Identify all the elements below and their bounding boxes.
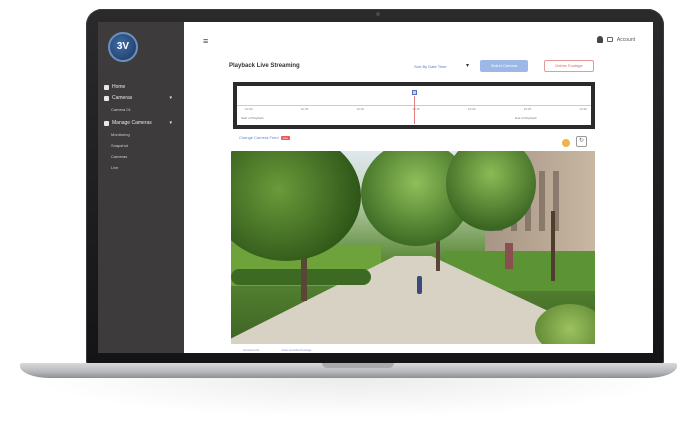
timeline-tick: 10:25 — [523, 107, 532, 111]
brightness-icon[interactable] — [562, 139, 570, 147]
sidebar: 3V Home Cameras ▾ Camera 01 Manage Camer… — [98, 22, 184, 353]
sidebar-item-label: Live — [111, 165, 119, 170]
timeline-start-label: Start of Playback — [241, 116, 264, 120]
timeline-end-label: End of Playback — [515, 116, 537, 120]
video-pedestrian — [417, 276, 422, 294]
view-footage-link[interactable]: View recorded footage — [281, 348, 311, 352]
sidebar-item-label: Monitoring — [111, 132, 130, 137]
timeline-tick: 10:15 — [412, 107, 420, 111]
webcam-icon — [376, 12, 380, 16]
laptop-shadow — [30, 378, 670, 418]
gear-icon — [104, 121, 109, 126]
laptop-notch — [322, 363, 394, 368]
home-icon — [104, 85, 109, 90]
timeline-tick: 10:00 — [245, 107, 253, 111]
chevron-down-icon: ▾ — [169, 95, 172, 101]
timeline-ticks: 10:00 10:05 10:10 10:15 10:20 10:25 10:3… — [245, 107, 587, 111]
sidebar-nav: Home Cameras ▾ Camera 01 Manage Cameras … — [102, 82, 182, 173]
sidebar-item-label: Camera 01 — [111, 107, 131, 112]
camera-icon — [104, 96, 109, 101]
laptop-screen: 3V Home Cameras ▾ Camera 01 Manage Camer… — [98, 22, 653, 353]
sidebar-item-label: Cameras — [112, 95, 133, 101]
chevron-down-icon[interactable]: ▾ — [466, 62, 469, 69]
sidebar-item-label: Snapshot — [111, 143, 128, 148]
sidebar-item-manage-cameras[interactable]: Manage Cameras ▾ — [102, 118, 182, 129]
camera-info-link[interactable]: Camera info — [243, 348, 259, 352]
sort-dropdown[interactable]: Sort By Date Time — [414, 64, 446, 69]
timeline-tick: 10:30 — [579, 107, 587, 111]
playback-timeline[interactable]: 10:00 10:05 10:10 10:15 10:20 10:25 10:3… — [233, 82, 595, 129]
sidebar-subitem-monitoring[interactable]: Monitoring — [102, 129, 182, 140]
video-tree — [231, 151, 361, 261]
notification-icon[interactable] — [606, 37, 613, 42]
sidebar-subitem-live[interactable]: Live — [102, 162, 182, 173]
page-title: Playback Live Streaming — [229, 63, 300, 69]
sidebar-item-label: Cameras — [111, 154, 128, 159]
video-tree-trunk — [551, 211, 555, 281]
sidebar-subitem-cameras[interactable]: Cameras — [102, 151, 182, 162]
change-camera-label: Change Camera Feed — [239, 135, 279, 140]
timeline-tick: 10:10 — [356, 107, 364, 111]
sidebar-subitem-camera-01[interactable]: Camera 01 — [102, 104, 182, 115]
sidebar-item-label: Manage Cameras — [112, 120, 152, 126]
video-sign — [505, 243, 513, 269]
user-icon[interactable] — [596, 36, 603, 43]
playhead-handle[interactable] — [412, 90, 417, 95]
select-camera-button[interactable]: Select Camera — [480, 60, 528, 72]
live-badge: Live — [280, 135, 291, 140]
sidebar-item-cameras[interactable]: Cameras ▾ — [102, 93, 182, 104]
video-feed[interactable] — [231, 151, 595, 344]
sidebar-item-home[interactable]: Home — [102, 82, 182, 93]
refresh-icon[interactable]: ↻ — [576, 136, 587, 147]
account-label[interactable]: Account — [617, 37, 635, 43]
delete-footage-button[interactable]: Delete Footage — [544, 60, 594, 72]
menu-icon[interactable]: ≡ — [203, 36, 208, 46]
brand-logo[interactable]: 3V — [108, 32, 138, 62]
chevron-down-icon: ▾ — [169, 120, 172, 126]
timeline-tick: 10:20 — [467, 107, 476, 111]
footer-links: Camera info View recorded footage — [243, 348, 311, 352]
sidebar-subitem-snapshot[interactable]: Snapshot — [102, 140, 182, 151]
change-camera-link[interactable]: Change Camera Feed Live — [239, 135, 291, 140]
sidebar-item-label: Home — [112, 84, 126, 90]
timeline-tick: 10:05 — [300, 107, 309, 111]
top-right-icons: Account — [596, 36, 635, 43]
